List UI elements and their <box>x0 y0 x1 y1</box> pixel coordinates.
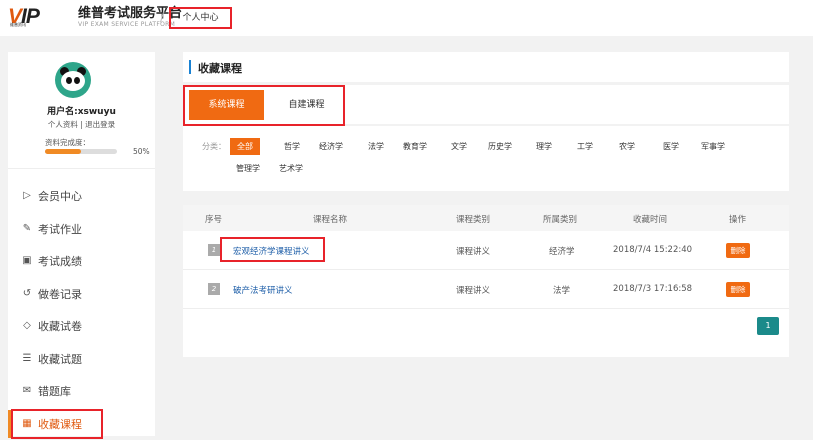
wrong-question-icon: ✉ <box>21 385 33 397</box>
brand-text: 维普考试服务平台 VIP EXAM SERVICE PLATFORM <box>78 7 182 29</box>
active-item-highlight-box <box>11 409 103 439</box>
sidebar-item[interactable]: ✉ 错题库 <box>8 375 155 408</box>
sidebar-item-label: 考试作业 <box>38 221 82 237</box>
logout-link[interactable]: 退出登录 <box>85 120 115 129</box>
panda-face <box>61 71 85 91</box>
course-type: 课程讲义 <box>456 284 490 296</box>
sidebar-item[interactable]: ◇ 收藏试卷 <box>8 310 155 343</box>
top-bar: VIP 维普资讯 维普考试服务平台 VIP EXAM SERVICE PLATF… <box>0 0 813 36</box>
category-option[interactable]: 文学 <box>451 138 467 155</box>
sidebar-item[interactable]: ↺ 做卷记录 <box>8 278 155 311</box>
vip-logo-mark: VIP 维普资讯 <box>8 6 74 30</box>
category-option[interactable]: 农学 <box>619 138 635 155</box>
category-option[interactable]: 医学 <box>663 138 679 155</box>
delete-button[interactable]: 删除 <box>726 282 750 297</box>
category-option[interactable]: 教育学 <box>403 138 427 155</box>
table-header: 序号 课程名称 课程类别 所属类别 收藏时间 操作 <box>183 205 789 231</box>
course-category: 法学 <box>553 284 570 296</box>
delete-button[interactable]: 删除 <box>726 243 750 258</box>
sidebar-item-label: 做卷记录 <box>38 286 82 302</box>
course-name-link[interactable]: 破产法考研讲义 <box>233 284 293 296</box>
sidebar-item[interactable]: ☰ 收藏试题 <box>8 343 155 376</box>
sidebar-item[interactable]: ▷ 会员中心 <box>8 180 155 213</box>
pagination-page-1[interactable]: 1 <box>757 317 779 335</box>
history-icon: ↺ <box>21 288 33 300</box>
exam-homework-icon: ✎ <box>21 223 33 235</box>
category-option[interactable]: 理学 <box>536 138 552 155</box>
course-table: 序号 课程名称 课程类别 所属类别 收藏时间 操作 1 宏观经济学课程讲义 课程… <box>183 205 789 357</box>
collect-time: 2018/7/4 15:22:40 <box>613 245 692 255</box>
category-option[interactable]: 管理学 <box>236 160 260 177</box>
sidebar-item-label: 会员中心 <box>38 188 82 204</box>
breadcrumb-current[interactable]: 个人中心 <box>169 7 232 29</box>
tabs-highlight-box <box>183 85 345 126</box>
completion-percent: 50% <box>133 147 150 156</box>
sidebar-item[interactable]: ▦收藏课程 <box>8 408 155 440</box>
category-option[interactable]: 全部 <box>230 138 260 155</box>
sidebar-item-label: 考试成绩 <box>38 253 82 269</box>
logo-sub-text: 维普资讯 <box>10 22 26 28</box>
category-option[interactable]: 历史学 <box>488 138 512 155</box>
profile-links: 个人资料 | 退出登录 <box>8 119 155 130</box>
row-index: 2 <box>208 283 220 295</box>
sidebar-item-label: 错题库 <box>38 383 71 399</box>
sidebar-item-label: 收藏试题 <box>38 351 82 367</box>
member-center-icon: ▷ <box>21 190 33 202</box>
course-name-link[interactable]: 宏观经济学课程讲义 <box>233 245 310 257</box>
table-row: 2 破产法考研讲义 课程讲义 法学 2018/7/3 17:16:58 删除 <box>183 271 789 309</box>
sidebar: 用户名:xswuyu 个人资料 | 退出登录 资料完成度： 50% ▷ 会员中心 ✎… <box>8 52 155 436</box>
username: 用户名:xswuyu <box>8 104 155 117</box>
completion-progress-fill <box>45 149 81 154</box>
completion-label: 资料完成度： <box>45 137 90 148</box>
panda-eye-right <box>74 77 80 84</box>
section-header: 收藏课程 <box>183 52 789 82</box>
sidebar-menu: ▷ 会员中心 ✎ 考试作业 ▣ 考试成绩 ↺ 做卷记录 ◇ 收藏试卷 ☰ 收藏试题 ✉ 错题库 ▦收藏课程 <box>8 180 155 440</box>
panda-eye-left <box>66 77 72 84</box>
profile-card: 用户名:xswuyu 个人资料 | 退出登录 资料完成度： 50% <box>8 52 155 169</box>
sidebar-item-label: 收藏试卷 <box>38 318 82 334</box>
collect-paper-icon: ◇ <box>21 320 33 332</box>
category-option[interactable]: 工学 <box>577 138 593 155</box>
exam-score-icon: ▣ <box>21 255 33 267</box>
category-option[interactable]: 哲学 <box>284 138 300 155</box>
sidebar-item[interactable]: ▣ 考试成绩 <box>8 245 155 278</box>
header-course-name: 课程名称 <box>313 213 347 225</box>
header-index: 序号 <box>205 213 222 225</box>
avatar[interactable] <box>55 62 91 98</box>
course-category: 经济学 <box>549 245 575 257</box>
header-collect-time: 收藏时间 <box>633 213 667 225</box>
category-option[interactable]: 军事学 <box>701 138 725 155</box>
course-tabs: 系统课程 自建课程 <box>183 85 789 124</box>
course-type: 课程讲义 <box>456 245 490 257</box>
profile-link[interactable]: 个人资料 <box>48 120 78 129</box>
sidebar-item[interactable]: ✎ 考试作业 <box>8 213 155 246</box>
collect-time: 2018/7/3 17:16:58 <box>613 284 692 294</box>
main-content: 收藏课程 <box>183 52 789 82</box>
link-divider: | <box>80 120 83 129</box>
category-option[interactable]: 经济学 <box>319 138 343 155</box>
brand-subtitle: VIP EXAM SERVICE PLATFORM <box>78 21 182 29</box>
completion-progress-bar <box>45 149 117 154</box>
collect-question-icon: ☰ <box>21 353 33 365</box>
category-option[interactable]: 艺术学 <box>279 160 303 177</box>
category-filter: 分类： 全部 哲学 经济学 法学 教育学 文学 历史学 理学 工学 农学 医学 军事学管理学 艺术学 <box>183 126 789 191</box>
header-course-type: 课程类别 <box>456 213 490 225</box>
row-index: 1 <box>208 244 220 256</box>
header-category: 所属类别 <box>543 213 577 225</box>
header-action: 操作 <box>729 213 746 225</box>
brand-logo[interactable]: VIP 维普资讯 维普考试服务平台 VIP EXAM SERVICE PLATF… <box>8 6 182 30</box>
brand-title: 维普考试服务平台 <box>78 7 182 21</box>
table-row: 1 宏观经济学课程讲义 课程讲义 经济学 2018/7/4 15:22:40 删… <box>183 232 789 270</box>
filter-label: 分类： <box>202 141 226 152</box>
breadcrumb-separator: / <box>160 10 164 24</box>
section-accent-bar <box>189 60 191 74</box>
category-option[interactable]: 法学 <box>368 138 384 155</box>
section-title: 收藏课程 <box>198 60 242 76</box>
